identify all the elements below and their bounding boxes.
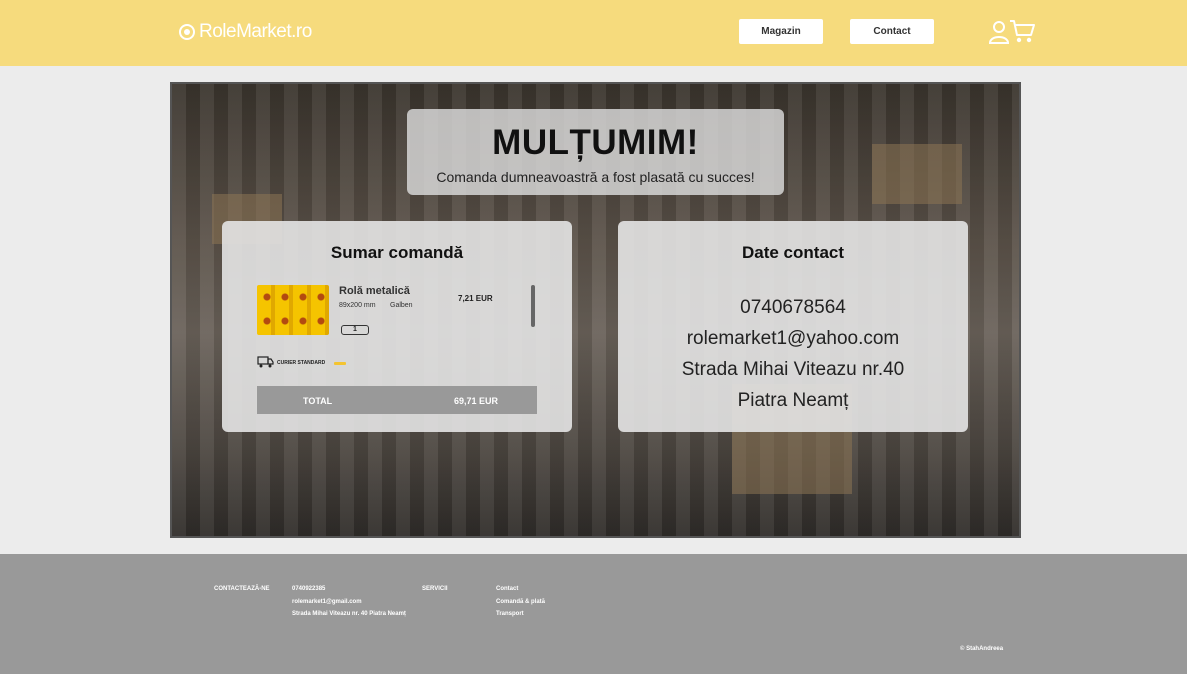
cart-icon[interactable] [1008,17,1036,45]
footer-phone[interactable]: 0740922385 [292,586,325,592]
footer-link-order-payment[interactable]: Comandă & plată [496,599,545,605]
product-image [257,285,329,335]
order-summary-title: Sumar comandă [330,243,464,262]
logo-mark-icon [179,24,195,40]
product-color: Galben [390,302,413,309]
footer-link-transport[interactable]: Transport [496,611,524,617]
nav-magazin-button[interactable]: Magazin [739,19,823,44]
thank-you-subtitle: Comanda dumneavoastră a fost plasată cu … [436,169,755,185]
contact-details-card: Date contact 0740678564 rolemarket1@yaho… [618,221,968,432]
shipping-accent-bar [334,362,346,365]
user-icon[interactable] [988,20,1010,44]
truck-icon [257,356,274,368]
footer-link-contact[interactable]: Contact [496,586,518,592]
contact-street: Strada Mihai Viteazu nr.40 [681,359,905,380]
site-header: RoleMarket.ro Magazin Contact [0,0,1187,66]
quantity-box: 1 [341,325,369,335]
thank-you-card: MULȚUMIM! Comanda dumneavoastră a fost p… [407,109,784,195]
total-row: TOTAL 69,71 EUR [257,386,537,414]
footer-email[interactable]: rolemarket1@gmail.com [292,599,362,605]
background-box [872,144,962,204]
footer-contact-heading: CONTACTEAZĂ-NE [214,586,270,592]
contact-city: Piatra Neamț [737,390,849,411]
contact-phone: 0740678564 [740,297,846,318]
product-size: 89x200 mm [339,302,376,309]
product-price: 7,21 EUR [458,294,493,303]
footer-address: Strada Mihai Viteazu nr. 40 Piatra Neamț [292,611,406,617]
logo-text: RoleMarket.ro [199,21,312,42]
footer-copyright: © StahAndreea [960,646,1004,652]
thank-you-title: MULȚUMIM! [492,123,699,162]
contact-email: rolemarket1@yahoo.com [686,328,900,349]
order-summary-card: Sumar comandă Rolă metalică 89x200 mm Ga… [222,221,572,432]
footer-services-heading: SERVICII [422,586,448,592]
nav-contact-button[interactable]: Contact [850,19,934,44]
contact-details-title: Date contact [741,243,845,262]
product-list-scrollbar[interactable] [531,285,535,327]
total-label: TOTAL [303,396,333,406]
logo[interactable]: RoleMarket.ro [179,21,312,43]
product-name: Rolă metalică [339,285,410,297]
shipping-method-label: CURIER STANDARD [277,360,326,366]
site-footer: CONTACTEAZĂ-NE 0740922385 rolemarket1@gm… [0,554,1187,674]
total-value: 69,71 EUR [454,396,499,406]
